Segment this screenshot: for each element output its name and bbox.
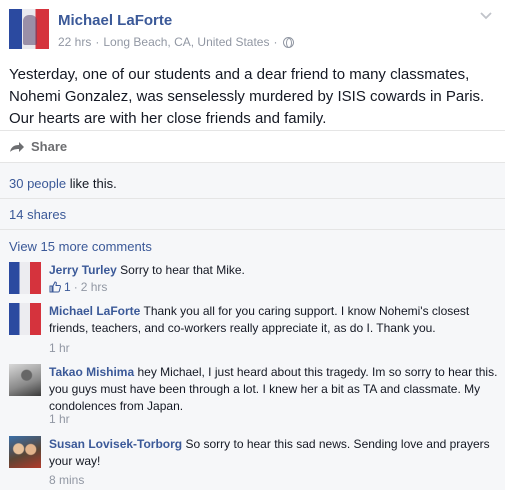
commenter-avatar[interactable]: [9, 262, 41, 294]
likes-summary: 30 people like this.: [9, 176, 117, 191]
post-location[interactable]: Long Beach, CA, United States: [103, 35, 269, 49]
thumbs-up-icon[interactable]: [49, 281, 61, 293]
comment-meta: 8 mins: [49, 473, 84, 487]
chevron-down-icon[interactable]: [479, 11, 493, 21]
post-meta: 22 hrs · Long Beach, CA, United States ·: [58, 35, 295, 49]
comment-like-count[interactable]: 1: [64, 280, 71, 294]
comment-text: Sorry to hear that Mike.: [120, 263, 245, 277]
commenter-name[interactable]: Michael LaForte: [49, 304, 140, 318]
facebook-post: Michael LaForte 22 hrs · Long Beach, CA,…: [0, 0, 505, 490]
commenter-avatar[interactable]: [9, 303, 41, 335]
comment-time[interactable]: 1 hr: [49, 412, 70, 426]
commenter-avatar[interactable]: [9, 436, 41, 468]
comment-time[interactable]: 1 hr: [49, 341, 70, 355]
shares-link[interactable]: 14 shares: [9, 207, 66, 222]
likes-link[interactable]: 30 people: [9, 176, 66, 191]
commenter-avatar[interactable]: [9, 364, 41, 396]
share-arrow-icon: [10, 141, 24, 152]
comment-time[interactable]: 2 hrs: [81, 280, 108, 294]
comment-meta: 1 hr: [49, 412, 70, 426]
author-avatar[interactable]: [9, 9, 49, 49]
commenter-name[interactable]: Jerry Turley: [49, 263, 117, 277]
view-more-comments-link[interactable]: View 15 more comments: [9, 239, 152, 254]
commenter-name[interactable]: Susan Lovisek-Torborg: [49, 437, 182, 451]
comment-meta: 1 · 2 hrs: [49, 280, 107, 294]
share-button[interactable]: Share: [9, 139, 67, 154]
comment-time[interactable]: 8 mins: [49, 473, 84, 487]
divider: [0, 130, 505, 131]
commenter-name[interactable]: Takao Mishima: [49, 365, 134, 379]
post-text: Yesterday, one of our students and a dea…: [9, 66, 485, 127]
post-author-name[interactable]: Michael LaForte: [58, 12, 172, 29]
comment-meta: 1 hr: [49, 341, 70, 355]
globe-icon[interactable]: [283, 36, 295, 48]
post-time[interactable]: 22 hrs: [58, 35, 91, 49]
